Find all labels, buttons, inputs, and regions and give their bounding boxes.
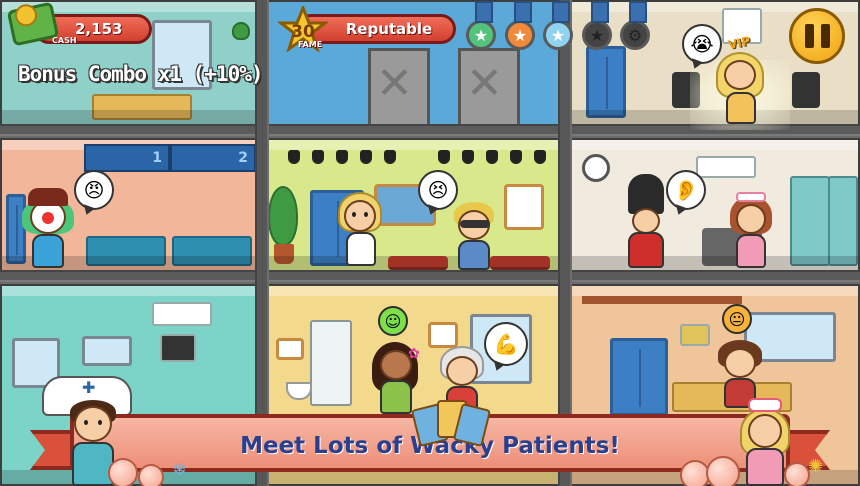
- plant: [232, 22, 250, 40]
- fame-level: 30: [291, 22, 315, 42]
- pause-icon: [820, 24, 830, 48]
- nurse-character[interactable]: [728, 192, 774, 272]
- star-icon: ★: [473, 25, 489, 45]
- clown-patient[interactable]: [20, 182, 76, 272]
- sun-icon: ✺: [808, 456, 824, 477]
- lock-x-icon: ✕: [466, 58, 503, 109]
- cash-value: 2,153: [75, 20, 123, 38]
- air-conditioner: [152, 302, 212, 326]
- room-lounge[interactable]: [266, 138, 562, 272]
- bonus-combo-text: Bonus Combo x1 (+10%): [18, 62, 264, 86]
- clown-nose: [42, 212, 54, 224]
- counter-number-1: 1: [152, 150, 162, 166]
- chair-icon: [792, 72, 820, 108]
- pipe: [582, 296, 742, 304]
- star-icon: ★: [550, 25, 566, 45]
- scientist-patient[interactable]: [452, 202, 496, 272]
- balloon: [138, 464, 164, 486]
- patient-cards-icon: [410, 398, 492, 448]
- balloon: [784, 462, 810, 486]
- star-medal-orange[interactable]: ★: [505, 1, 535, 50]
- star-icon: ★: [589, 25, 605, 45]
- fame-label: FAME: [298, 40, 323, 49]
- blonde-patient[interactable]: [338, 192, 384, 272]
- star-medal-dark[interactable]: ★: [582, 1, 612, 50]
- game-scene: ✕ ✕ 1 2 ✚ 😠 😣 👂 VIP 😭 ✿ ☺ 💪 😐 Meet Lots …: [0, 0, 860, 486]
- xray-viewer: [160, 334, 196, 362]
- vip-celebrity-patient[interactable]: [716, 52, 766, 126]
- pause-button[interactable]: [789, 8, 845, 64]
- royal-guard-patient[interactable]: [622, 174, 670, 272]
- star-medal-blue[interactable]: ★: [543, 1, 573, 50]
- topiary-plant: [268, 186, 298, 246]
- nurse-cap: [748, 398, 782, 412]
- happy-mood-icon: ☺: [378, 306, 408, 336]
- locker: [828, 176, 858, 266]
- neutral-mood-icon: 😐: [722, 304, 752, 334]
- medical-cross-icon: ✚: [82, 378, 96, 397]
- star-icon: ★: [512, 25, 528, 45]
- flower-icon: ✿: [408, 346, 420, 362]
- counter-screen-1: 1: [84, 144, 170, 172]
- gear-medal-dark[interactable]: ⚙: [620, 1, 650, 50]
- pause-icon: [804, 24, 814, 48]
- snowflake-icon: ❄: [172, 460, 188, 481]
- clock-icon: [582, 154, 610, 182]
- ear-pain-bubble: 👂: [666, 170, 706, 210]
- nurse-cap: [736, 192, 766, 202]
- refrigerator: [310, 320, 352, 406]
- room-ent-clinic[interactable]: [570, 138, 860, 272]
- balloon: [706, 456, 740, 486]
- crying-face-bubble: 😭: [682, 24, 722, 64]
- clown-hat: [28, 188, 68, 206]
- sink: [286, 382, 312, 400]
- angry-face-bubble: 😠: [74, 170, 114, 210]
- counter-number-2: 2: [238, 150, 248, 166]
- picture-frame: [428, 322, 458, 348]
- picture-frame: [276, 338, 304, 360]
- balloon: [108, 458, 138, 486]
- gear-icon: ⚙: [627, 25, 643, 45]
- upset-face-bubble: 😣: [418, 170, 458, 210]
- locker: [790, 176, 830, 266]
- counter-screen-2: 2: [170, 144, 256, 172]
- window: [82, 336, 132, 366]
- clipboard: [680, 324, 710, 346]
- air-conditioner: [696, 156, 756, 178]
- star-medal-green[interactable]: ★: [466, 1, 496, 50]
- rash-arm-bubble: 💪: [484, 322, 528, 366]
- fame-title: Reputable: [345, 20, 433, 38]
- goggles: [460, 220, 490, 228]
- cash-label: CASH: [52, 36, 77, 45]
- picture-frame: [504, 184, 544, 230]
- door: [586, 46, 626, 118]
- lock-x-icon: ✕: [376, 58, 413, 109]
